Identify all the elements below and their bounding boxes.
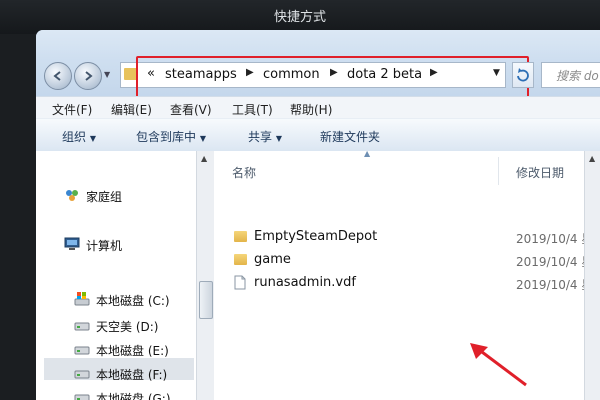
- forward-button[interactable]: [74, 62, 102, 90]
- nav-drive-label: 本地磁盘 (E:): [96, 344, 169, 358]
- outer-window-title: 快捷方式: [273, 10, 326, 25]
- homegroup-icon: [66, 190, 78, 201]
- file-name: game: [254, 252, 291, 267]
- command-bar: 组织 ▼ 包含到库中 ▼ 共享 ▼ 新建文件夹: [36, 118, 600, 152]
- nav-drive-label: 天空美 (D:): [96, 320, 159, 334]
- nav-drive-label: 本地磁盘 (C:): [96, 294, 170, 308]
- include-in-library-button[interactable]: 包含到库中 ▼: [136, 128, 206, 145]
- new-folder-button[interactable]: 新建文件夹: [320, 128, 380, 145]
- drive-icon: [74, 346, 90, 355]
- explorer-window: ▼ « steamapps ▶ common ▶ dota 2 beta ▶ ▼…: [36, 30, 600, 400]
- nav-computer-label: 计算机: [86, 239, 123, 253]
- content-area: 家庭组 计算机 本地磁盘 (C:) 天空美 (D:) 本地磁盘 (E:) 本地磁…: [36, 149, 600, 400]
- folder-icon: [234, 254, 247, 265]
- nav-drive-label: 本地磁盘 (F:): [96, 368, 168, 382]
- system-drive-icon: [74, 292, 90, 306]
- recent-pages-chevron-icon[interactable]: ▼: [104, 70, 110, 79]
- menu-view[interactable]: 查看(V): [170, 101, 212, 118]
- computer-icon: [64, 237, 80, 250]
- share-button[interactable]: 共享 ▼: [248, 128, 282, 145]
- nav-homegroup-label: 家庭组: [86, 190, 123, 204]
- file-list-pane[interactable]: ▲ 名称 修改日期 EmptySteamDepot 2019/10/4 星期 g…: [214, 149, 600, 400]
- forward-arrow-icon: [85, 71, 93, 81]
- navigation-pane[interactable]: 家庭组 计算机 本地磁盘 (C:) 天空美 (D:) 本地磁盘 (E:) 本地磁…: [36, 151, 196, 400]
- nav-scrollbar[interactable]: ▲: [196, 151, 214, 400]
- search-box[interactable]: 搜索 do: [541, 62, 600, 88]
- organize-button[interactable]: 组织 ▼: [62, 128, 96, 145]
- file-scrollbar[interactable]: ▲: [584, 151, 600, 400]
- scroll-up-icon[interactable]: ▲: [589, 154, 595, 163]
- search-input[interactable]: 搜索 do: [556, 67, 599, 84]
- document-icon: [234, 275, 246, 290]
- menu-bar: 文件(F) 编辑(E) 查看(V) 工具(T) 帮助(H): [36, 96, 600, 119]
- folder-icon: [234, 231, 247, 242]
- outer-title-bar: 快捷方式: [0, 0, 600, 34]
- back-button[interactable]: [44, 62, 72, 90]
- column-divider[interactable]: [498, 157, 499, 185]
- drive-icon: [74, 394, 90, 400]
- include-library-label: 包含到库中: [136, 130, 197, 144]
- annotation-arrow-icon: [470, 343, 527, 387]
- scroll-thumb[interactable]: [199, 281, 213, 319]
- sort-indicator-icon: ▲: [364, 149, 371, 158]
- refresh-button[interactable]: [512, 62, 534, 88]
- column-header-name[interactable]: 名称: [232, 164, 256, 181]
- chevron-down-icon: ▼: [199, 134, 206, 143]
- file-name: EmptySteamDepot: [254, 229, 378, 244]
- drive-icon: [74, 370, 90, 379]
- menu-edit[interactable]: 编辑(E): [111, 101, 152, 118]
- organize-label: 组织: [62, 130, 87, 144]
- chevron-down-icon: ▼: [89, 134, 96, 143]
- menu-file[interactable]: 文件(F): [52, 101, 92, 118]
- drive-icon: [74, 322, 90, 331]
- nav-drive-label: 本地磁盘 (G:): [96, 392, 171, 400]
- chevron-down-icon: ▼: [275, 134, 282, 143]
- refresh-icon: [517, 68, 529, 82]
- back-arrow-icon: [53, 71, 61, 81]
- column-header-modified[interactable]: 修改日期: [516, 164, 564, 181]
- menu-tools[interactable]: 工具(T): [232, 101, 273, 118]
- scroll-up-icon[interactable]: ▲: [201, 154, 207, 163]
- file-row[interactable]: game 2019/10/4 星期: [232, 250, 600, 270]
- background-strip: [0, 34, 36, 400]
- highlight-box: [136, 56, 529, 100]
- file-name: runasadmin.vdf: [254, 275, 356, 290]
- file-row[interactable]: runasadmin.vdf 2019/10/4 星期: [232, 273, 600, 293]
- share-label: 共享: [248, 130, 273, 144]
- menu-help[interactable]: 帮助(H): [290, 101, 332, 118]
- file-row[interactable]: EmptySteamDepot 2019/10/4 星期: [232, 227, 600, 247]
